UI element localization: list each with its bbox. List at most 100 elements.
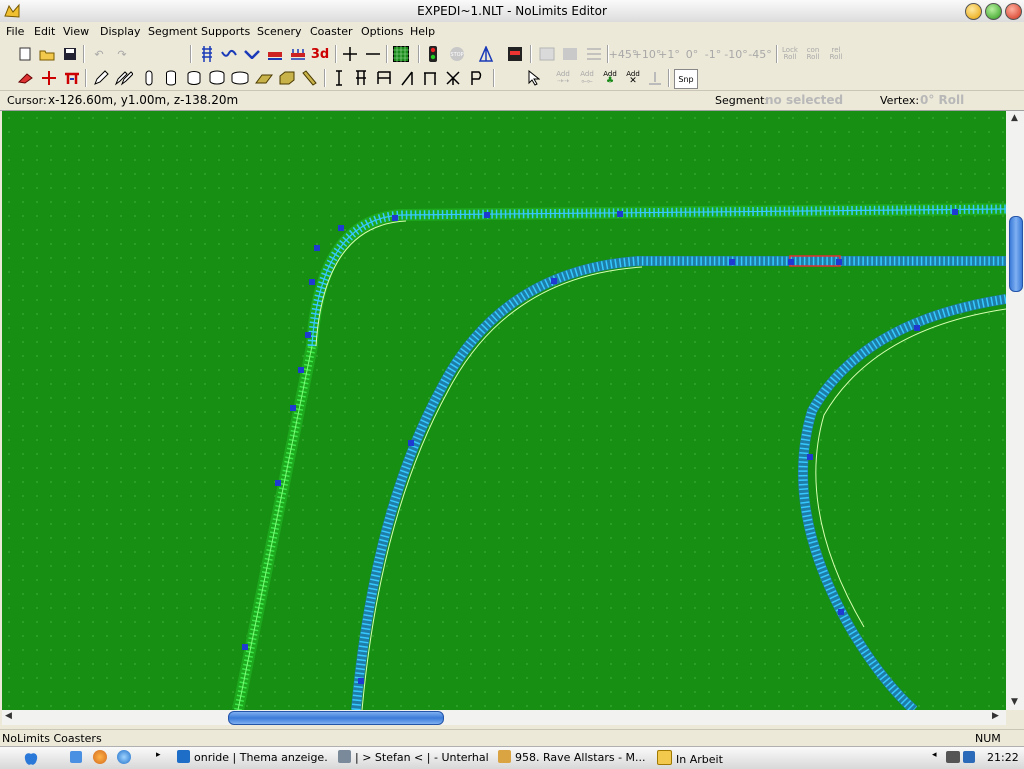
lock-roll-button[interactable]: Lock Roll — [780, 45, 800, 63]
task-in-arbeit[interactable]: In Arbeit — [657, 750, 777, 766]
task-onride[interactable]: onride | Thema anzeige... — [177, 750, 327, 766]
menu-view[interactable]: View — [63, 25, 89, 38]
media-icon — [498, 750, 511, 763]
support-hook-icon[interactable] — [467, 69, 485, 87]
scroll-up-icon[interactable]: ▲ — [1011, 113, 1018, 123]
pencil-icon[interactable] — [92, 69, 110, 87]
support-tower-icon[interactable] — [477, 45, 495, 63]
horizontal-scrollbar[interactable]: ◀ ▶ — [2, 710, 1006, 725]
support-offset-icon[interactable] — [421, 69, 439, 87]
add-segment-button[interactable]: Add ⇢⇢ — [552, 69, 574, 87]
new-file-icon[interactable] — [16, 45, 34, 63]
roll-plus10-button[interactable]: +10° — [633, 45, 662, 63]
support-single-icon[interactable] — [330, 69, 348, 87]
minimize-button[interactable] — [965, 3, 982, 20]
grid-view-icon[interactable] — [392, 45, 410, 63]
scroll-left-icon[interactable]: ◀ — [5, 711, 12, 721]
block-brake-icon[interactable] — [506, 45, 524, 63]
add-support-button[interactable]: Add ✕ — [622, 69, 644, 87]
cylinder-medium-icon[interactable] — [185, 69, 203, 87]
menu-edit[interactable]: Edit — [34, 25, 55, 38]
roll-minus45-button[interactable]: -45° — [748, 45, 771, 63]
tray-expand-icon[interactable]: ◂ — [932, 750, 937, 760]
menu-supports[interactable]: Supports — [201, 25, 250, 38]
menu-display[interactable]: Display — [100, 25, 141, 38]
zoom-in-icon[interactable] — [341, 45, 359, 63]
tray-icon[interactable] — [946, 751, 960, 763]
edit-toolbar: Add ⇢⇢ Add ⟜⟜ Add ♣ Add ✕ Snp — [0, 66, 1024, 91]
horizontal-scroll-thumb[interactable] — [228, 711, 444, 725]
close-button[interactable] — [1005, 3, 1022, 20]
roll-minus1-button[interactable]: -1° — [704, 45, 722, 63]
zoom-out-icon[interactable] — [364, 45, 382, 63]
support-frame-icon[interactable] — [375, 69, 393, 87]
bend-icon[interactable] — [243, 45, 261, 63]
menu-file[interactable]: File — [6, 25, 24, 38]
roll-plus1-button[interactable]: +1° — [658, 45, 680, 63]
eraser-icon[interactable] — [16, 69, 34, 87]
open-folder-icon[interactable] — [38, 45, 56, 63]
select-arrow-icon[interactable] — [525, 69, 543, 87]
double-pencil-icon[interactable] — [115, 69, 133, 87]
ground-tool-icon[interactable] — [646, 69, 664, 87]
tray-icon-2[interactable] — [963, 751, 975, 763]
browser-icon[interactable] — [117, 750, 131, 764]
folder-icon — [657, 750, 672, 765]
task-rave-allstars[interactable]: 958. Rave Allstars - M... — [498, 750, 648, 766]
add-vertex-button[interactable]: Add ⟜⟜ — [576, 69, 598, 87]
main-toolbar: ↶ ↷ 3d STOP +45° +10° +1° 0° -1° -10° -4… — [0, 42, 1024, 67]
redo-icon[interactable]: ↷ — [113, 45, 131, 63]
roll-plus45-button[interactable]: +45° — [609, 45, 638, 63]
menu-options[interactable]: Options — [361, 25, 403, 38]
save-icon[interactable] — [61, 45, 79, 63]
train-icon[interactable] — [266, 45, 284, 63]
clock[interactable]: 21:22 — [987, 751, 1019, 764]
menu-segment[interactable]: Segment — [148, 25, 198, 38]
task-in-arbeit-label: In Arbeit — [676, 753, 723, 766]
disabled-tool-icon[interactable] — [538, 45, 556, 63]
box-icon[interactable] — [278, 69, 296, 87]
support-cross-icon[interactable] — [444, 69, 462, 87]
beam-icon[interactable] — [300, 69, 318, 87]
con-roll-button[interactable]: con Roll — [803, 45, 823, 63]
quick-launch-icon[interactable] — [70, 751, 82, 763]
roll-zero-button[interactable]: 0° — [683, 45, 701, 63]
split-icon[interactable] — [40, 69, 58, 87]
3d-view-button[interactable]: 3d — [311, 45, 329, 63]
vertical-scrollbar[interactable]: ▲ ▼ — [1006, 111, 1024, 710]
undo-icon[interactable]: ↶ — [90, 45, 108, 63]
wave-icon[interactable] — [220, 45, 238, 63]
cylinder-wide-icon[interactable] — [231, 69, 249, 87]
ramp-icon[interactable] — [255, 69, 273, 87]
vertical-scroll-thumb[interactable] — [1009, 216, 1023, 292]
firefox-icon[interactable] — [93, 750, 107, 764]
menu-help[interactable]: Help — [410, 25, 435, 38]
roll-minus10-button[interactable]: -10° — [724, 45, 747, 63]
scroll-right-icon[interactable]: ▶ — [992, 711, 999, 721]
apple-logo-icon[interactable] — [22, 749, 40, 767]
scroll-down-icon[interactable]: ▼ — [1011, 697, 1018, 707]
maximize-button[interactable] — [985, 3, 1002, 20]
taskbar-chevron-icon[interactable]: ▸ — [156, 750, 161, 760]
snap-toggle[interactable]: Snp — [674, 69, 698, 89]
pillar-icon[interactable] — [140, 69, 158, 87]
traffic-light-icon[interactable] — [424, 45, 442, 63]
support-angled-icon[interactable] — [398, 69, 416, 87]
cylinder-large-icon[interactable] — [208, 69, 226, 87]
rel-roll-button[interactable]: rel Roll — [826, 45, 846, 63]
disabled-tool-icon-2[interactable] — [561, 45, 579, 63]
track-view-icon[interactable] — [198, 45, 216, 63]
cylinder-small-icon[interactable] — [162, 69, 180, 87]
taskbar: ▸ onride | Thema anzeige... | > Stefan <… — [0, 746, 1024, 769]
support-double-icon[interactable] — [352, 69, 370, 87]
menu-scenery[interactable]: Scenery — [257, 25, 302, 38]
disabled-tool-icon-3[interactable] — [585, 45, 603, 63]
station-icon[interactable] — [289, 45, 307, 63]
editor-viewport[interactable] — [2, 111, 1006, 710]
svg-text:STOP: STOP — [450, 52, 463, 58]
task-stefan[interactable]: | > Stefan < | - Unterhal... — [338, 750, 488, 766]
add-tree-button[interactable]: Add ♣ — [599, 69, 621, 87]
stop-sign-icon[interactable]: STOP — [448, 45, 466, 63]
menu-coaster[interactable]: Coaster — [310, 25, 353, 38]
join-icon[interactable] — [63, 69, 81, 87]
